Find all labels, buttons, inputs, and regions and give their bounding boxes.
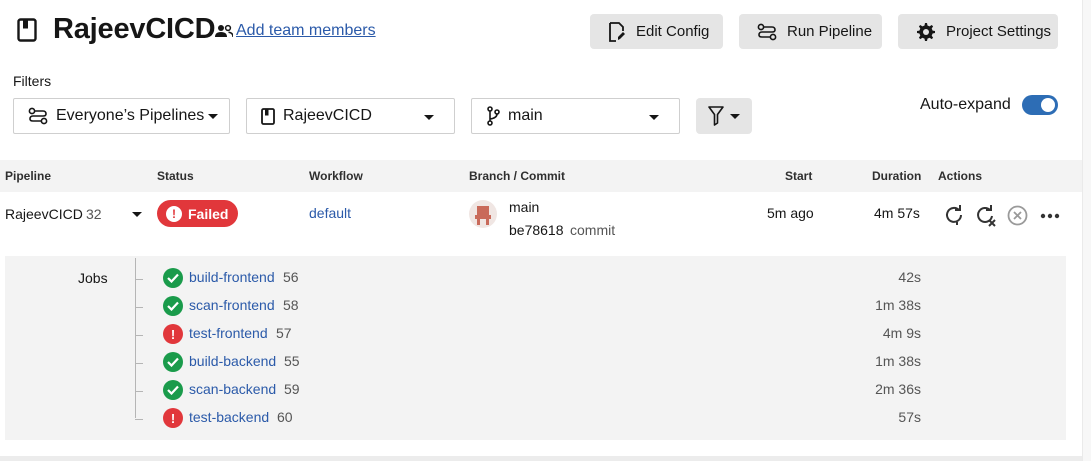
jobs-tree-tick (135, 307, 143, 308)
column-header-workflow: Workflow (309, 169, 363, 183)
toggle-knob (1041, 98, 1055, 112)
success-check-icon (163, 352, 183, 372)
project-settings-button[interactable]: Project Settings (898, 14, 1058, 49)
job-number: 58 (283, 297, 299, 313)
jobs-tree-tick (135, 391, 143, 392)
jobs-tree-tick (135, 335, 143, 336)
add-team-members-link[interactable]: Add team members (236, 22, 376, 40)
column-header-actions: Actions (938, 169, 983, 183)
column-header-status: Status (157, 169, 194, 183)
job-duration: 1m 38s (875, 297, 921, 313)
success-check-icon (163, 296, 183, 316)
alert-icon: ! (166, 205, 182, 222)
run-pipeline-label: Run Pipeline (787, 23, 873, 40)
column-header-start: Start (785, 169, 813, 183)
job-number: 57 (276, 325, 292, 341)
filter-icon (708, 106, 724, 126)
pipeline-name: RajeevCICD (5, 206, 83, 222)
edit-config-icon (609, 21, 625, 42)
project-filter-dropdown[interactable]: RajeevCICD (246, 98, 455, 134)
commit-label: commit (570, 222, 616, 238)
chevron-down-icon (649, 115, 659, 120)
job-name-link[interactable]: build-backend (189, 353, 276, 369)
project-settings-label: Project Settings (946, 23, 1052, 40)
expand-row-toggle[interactable] (132, 212, 142, 217)
jobs-label: Jobs (78, 270, 108, 286)
branch-name: main (509, 199, 540, 215)
chevron-down-icon (208, 113, 219, 119)
jobs-tree-tick (135, 419, 143, 420)
avatar-image (475, 206, 491, 225)
branch-filter-value: main (508, 107, 543, 124)
run-pipeline-button[interactable]: Run Pipeline (739, 14, 882, 49)
chevron-down-icon (424, 115, 434, 120)
branch-icon (487, 106, 500, 126)
advanced-filter-button[interactable] (696, 98, 752, 134)
project-icon (261, 107, 275, 125)
pipelines-filter-value: Everyone’s Pipelines (56, 107, 205, 124)
job-name-link[interactable]: test-frontend (189, 325, 268, 341)
start-time: 5m ago (767, 205, 814, 221)
jobs-tree-line (135, 258, 136, 418)
failed-alert-icon: ! (163, 324, 183, 344)
pipeline-icon (757, 23, 777, 40)
job-duration: 2m 36s (875, 381, 921, 397)
success-check-icon (163, 268, 183, 288)
team-icon (215, 24, 233, 38)
jobs-tree-tick (135, 363, 143, 364)
page-title: RajeevCICD (53, 13, 216, 45)
rerun-failed-icon[interactable] (975, 205, 997, 227)
job-duration: 57s (898, 409, 921, 425)
edit-config-button[interactable]: Edit Config (590, 14, 723, 49)
job-duration: 1m 38s (875, 353, 921, 369)
more-options-icon[interactable] (1040, 213, 1060, 219)
success-check-icon (163, 380, 183, 400)
chevron-down-icon (730, 113, 740, 119)
avatar (469, 200, 497, 228)
status-badge-label: Failed (188, 205, 229, 222)
commit-hash: be78618 (509, 222, 564, 238)
jobs-tree-tick (135, 279, 143, 280)
bottom-divider (0, 456, 1091, 461)
edit-config-label: Edit Config (636, 23, 710, 40)
column-header-duration: Duration (872, 169, 922, 183)
project-filter-value: RajeevCICD (283, 107, 372, 124)
auto-expand-label: Auto-expand (920, 96, 1011, 113)
scrollbar[interactable] (1082, 0, 1091, 461)
failed-alert-icon: ! (163, 408, 183, 428)
job-duration: 4m 9s (882, 325, 921, 341)
filters-label: Filters (13, 73, 52, 89)
job-name-link[interactable]: scan-backend (189, 381, 276, 397)
branch-filter-dropdown[interactable]: main (471, 98, 680, 134)
auto-expand-toggle[interactable] (1022, 95, 1058, 115)
job-number: 59 (284, 381, 300, 397)
status-badge: ! Failed (157, 200, 238, 227)
column-header-branch-commit: Branch / Commit (469, 169, 566, 183)
chevron-down-icon (132, 212, 142, 217)
job-number: 60 (277, 409, 293, 425)
pipeline-icon (28, 107, 48, 125)
job-name-link[interactable]: build-frontend (189, 269, 275, 285)
pipelines-filter-dropdown[interactable]: Everyone’s Pipelines (13, 98, 230, 134)
workflow-link[interactable]: default (309, 205, 351, 221)
gear-icon (917, 22, 935, 41)
job-name-link[interactable]: test-backend (189, 409, 269, 425)
cancel-icon[interactable] (1007, 205, 1028, 226)
pipeline-duration: 4m 57s (874, 205, 920, 221)
job-number: 56 (283, 269, 299, 285)
rerun-icon[interactable] (944, 205, 964, 225)
job-name-link[interactable]: scan-frontend (189, 297, 275, 313)
column-header-pipeline: Pipeline (5, 169, 52, 183)
pipeline-number: 32 (86, 206, 102, 222)
project-icon (17, 18, 37, 42)
job-duration: 42s (898, 269, 921, 285)
job-number: 55 (284, 353, 300, 369)
